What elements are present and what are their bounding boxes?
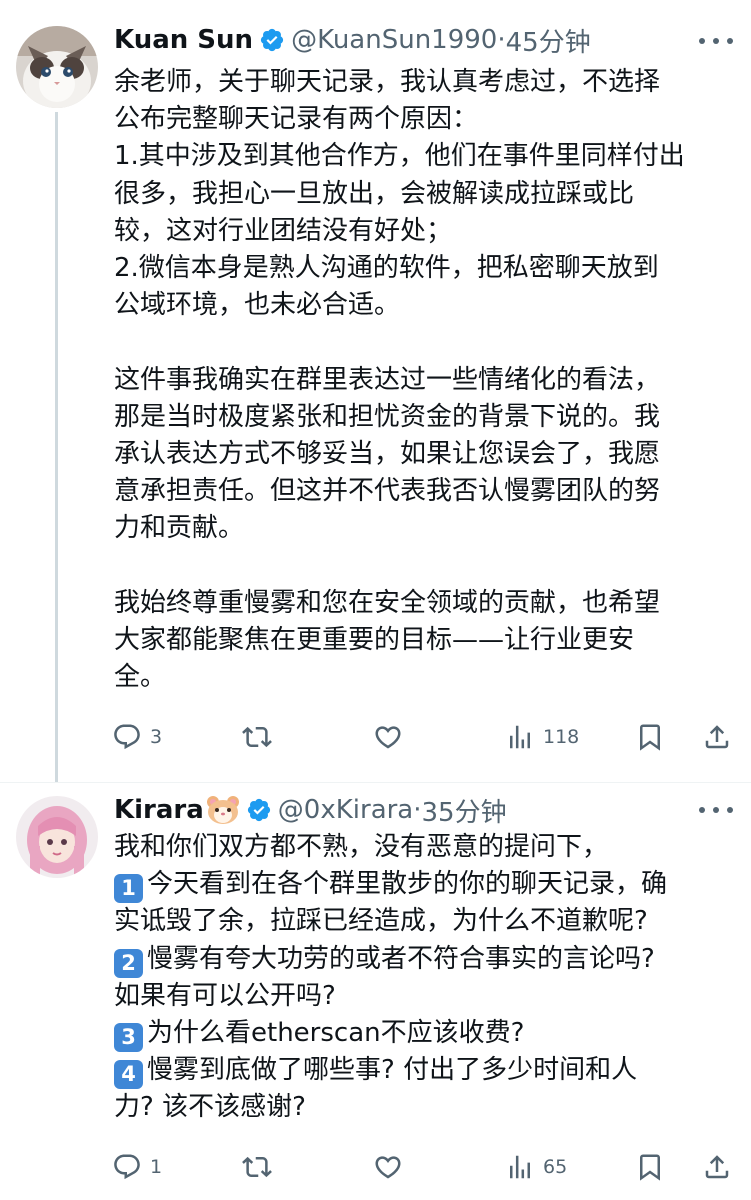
reply-count: 1 — [150, 1156, 163, 1178]
like-button[interactable] — [373, 717, 411, 757]
bookmark-button[interactable] — [635, 1147, 665, 1187]
reply-count: 3 — [150, 726, 163, 748]
tweet-text-line: 余老师，关于聊天记录，我认真考虑过，不选择 — [114, 67, 661, 97]
keycap-1-icon: 1 — [114, 874, 143, 904]
display-name[interactable]: Kuan Sun — [114, 25, 253, 55]
separator-dot: · — [413, 795, 422, 825]
share-icon — [705, 1155, 729, 1179]
verified-badge-icon — [246, 797, 272, 823]
list-item: 1 今天看到在各个群里散步的你的聊天记录，确 — [114, 866, 734, 904]
avatar-kuan-sun[interactable] — [16, 26, 98, 108]
reply-icon — [114, 724, 140, 750]
tweet-actions: 3 118 — [112, 717, 732, 757]
tweet-text-line: 力和贡献。 — [114, 513, 245, 544]
like-button[interactable] — [373, 1147, 411, 1187]
tweet-text-line: 意承担责任。但这并不代表我否认慢雾团队的努 — [114, 476, 661, 507]
like-icon — [375, 726, 401, 749]
bookmark-button[interactable] — [635, 717, 665, 757]
display-name[interactable]: Kirara — [114, 795, 204, 825]
tweet-text-line: 实诋毁了余，拉踩已经造成，为什么不道歉呢? — [114, 906, 648, 937]
bookmark-icon — [640, 1154, 660, 1181]
views-button[interactable]: 65 — [505, 1147, 567, 1187]
keycap-3-icon: 3 — [114, 1022, 143, 1052]
keycap-4-icon: 4 — [114, 1060, 143, 1090]
views-icon — [510, 725, 530, 749]
share-button[interactable] — [702, 1147, 732, 1187]
tweet-text-line: 力? 该不该感谢? — [114, 1092, 306, 1123]
repost-button[interactable] — [242, 1147, 280, 1187]
user-handle[interactable]: @KuanSun1990 — [291, 25, 497, 55]
reply-button[interactable]: 3 — [112, 717, 162, 757]
tweet-text-line: 如果有可以公开吗? — [114, 980, 336, 1011]
repost-icon — [242, 726, 272, 748]
list-item: 2 慢雾有夸大功劳的或者不符合事实的言论吗? — [114, 941, 734, 978]
views-count: 118 — [543, 726, 580, 748]
tweet-text-line: 1.其中涉及到其他合作方，他们在事件里同样付出 — [114, 141, 685, 172]
tweet-actions: 1 65 — [112, 1147, 732, 1187]
reply-icon — [114, 1154, 140, 1180]
separator-dot: · — [497, 25, 506, 55]
share-icon — [705, 725, 729, 749]
tweet-text-line: 很多，我担心一旦放出，会被解读成拉踩或比 — [114, 178, 635, 209]
views-icon — [510, 1155, 530, 1179]
tweet-text-line: 承认表达方式不够妥当，如果让您误会了，我愿 — [114, 438, 661, 469]
tweet-text-line: 这件事我确实在群里表达过一些情绪化的看法， — [114, 364, 661, 395]
views-count: 65 — [543, 1156, 568, 1178]
timestamp[interactable]: 35分钟 — [422, 792, 507, 829]
verified-badge-icon — [259, 27, 285, 53]
tweet-text-line: 我和你们双方都不熟，没有恶意的提问下， — [114, 832, 609, 862]
more-icon[interactable] — [699, 805, 733, 815]
keycap-2-icon: 2 — [114, 948, 143, 978]
tweet-text-line: 公布完整聊天记录有两个原因： — [114, 104, 479, 135]
share-button[interactable] — [702, 717, 732, 757]
reply-button[interactable]: 1 — [112, 1147, 162, 1187]
views-button[interactable]: 118 — [505, 717, 579, 757]
timestamp[interactable]: 45分钟 — [506, 22, 591, 59]
like-icon — [375, 1156, 401, 1179]
tweet-text: 我和你们双方都不熟，没有恶意的提问下， 1 今天看到在各个群里散步的你的聊天记录，… — [114, 829, 734, 1127]
user-handle[interactable]: @0xKirara — [278, 795, 413, 825]
tweet-header: Kirara @0xKirara · 35分钟 — [114, 790, 507, 830]
tweet-text-line: 我始终尊重慢雾和您在安全领域的贡献，也希望 — [114, 587, 661, 618]
tweet-text-line: 大家都能聚焦在更重要的目标——让行业更安 — [114, 624, 635, 655]
tweet-header: Kuan Sun @KuanSun1990 · 45分钟 — [114, 20, 591, 60]
repost-button[interactable] — [242, 717, 280, 757]
hamster-emoji — [206, 795, 240, 825]
tweet-text: 余老师，关于聊天记录，我认真考虑过，不选择 公布完整聊天记录有两个原因： 1.其… — [114, 64, 734, 696]
tweet-text-line: 全。 — [114, 662, 167, 692]
more-icon[interactable] — [699, 36, 733, 46]
list-item: 4 慢雾到底做了哪些事? 付出了多少时间和人 — [114, 1052, 734, 1090]
tweet-text-line: 公域环境，也未必合适。 — [114, 290, 401, 321]
tweet-text-line: 较，这对行业团结没有好处； — [114, 215, 453, 246]
repost-icon — [242, 1156, 272, 1178]
list-item: 3 为什么看etherscan不应该收费? — [114, 1015, 734, 1052]
bookmark-icon — [640, 724, 660, 751]
tweet-kuan-sun[interactable]: Kuan Sun @KuanSun1990 · 45分钟 余老师，关于聊天记录，… — [0, 0, 751, 782]
tweet-text-line: 2.微信本身是熟人沟通的软件，把私密聊天放到 — [114, 252, 659, 283]
tweet-text-line: 那是当时极度紧张和担忧资金的背景下说的。我 — [114, 401, 661, 432]
avatar-kirara[interactable] — [16, 796, 98, 878]
tweet-kirara[interactable]: Kirara @0xKirara · 35分钟 我和你们双方都不熟，没有恶意的提… — [0, 783, 751, 1200]
